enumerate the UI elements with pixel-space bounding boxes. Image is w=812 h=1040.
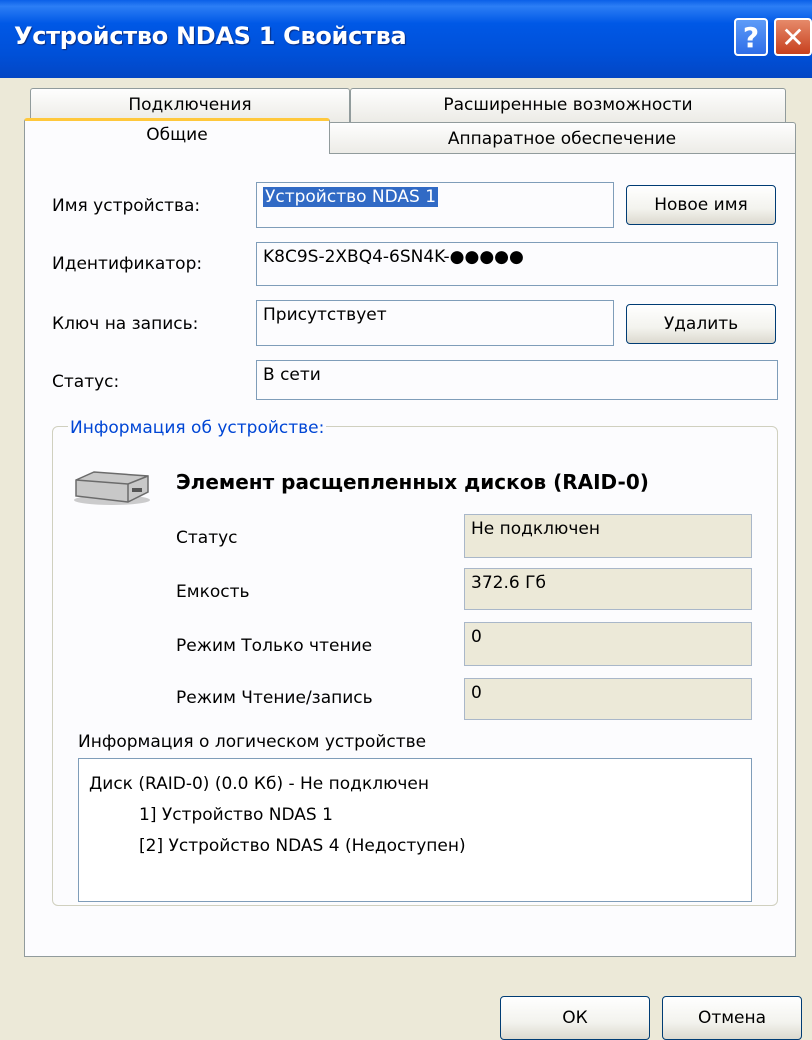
info-status-value: Не подключен xyxy=(464,514,752,558)
readwrite-mode-value: 0 xyxy=(464,678,752,720)
id-field: K8C9S-2XBQ4-6SN4K-●●●●● xyxy=(256,242,778,286)
write-key-label: Ключ на запись: xyxy=(52,314,199,334)
ok-button[interactable]: ОК xyxy=(500,996,650,1040)
title-bar[interactable]: Устройство NDAS 1 Свойства ? ✕ xyxy=(0,0,812,78)
tab-connections[interactable]: Подключения xyxy=(30,88,350,122)
device-name-value: Устройство NDAS 1 xyxy=(263,187,439,207)
status-field: В сети xyxy=(256,360,778,400)
status-label: Статус: xyxy=(52,372,120,392)
rename-button[interactable]: Новое имя xyxy=(626,185,776,225)
list-item[interactable]: 1] Устройство NDAS 1 xyxy=(89,800,751,831)
logical-info-label: Информация о логическом устройстве xyxy=(78,732,427,752)
readonly-mode-value: 0 xyxy=(464,622,752,666)
device-info-group-title: Информация об устройстве: xyxy=(68,418,327,438)
device-type-heading: Элемент расщепленных дисков (RAID-0) xyxy=(176,470,649,494)
device-name-label: Имя устройства: xyxy=(52,196,201,216)
close-button[interactable]: ✕ xyxy=(774,18,812,56)
logical-info-list[interactable]: Диск (RAID-0) (0.0 Кб) - Не подключен 1]… xyxy=(78,758,752,902)
readonly-mode-label: Режим Только чтение xyxy=(176,636,373,656)
readwrite-mode-label: Режим Чтение/запись xyxy=(176,688,373,708)
tab-general[interactable]: Общие xyxy=(24,118,330,154)
capacity-value: 372.6 Гб xyxy=(464,568,752,610)
list-item[interactable]: Диск (RAID-0) (0.0 Кб) - Не подключен xyxy=(89,769,751,800)
write-key-field: Присутствует xyxy=(256,300,614,346)
hard-drive-icon xyxy=(74,471,150,505)
id-label: Идентификатор: xyxy=(52,254,203,274)
tab-advanced[interactable]: Расширенные возможности xyxy=(350,88,786,122)
window-title: Устройство NDAS 1 Свойства xyxy=(14,22,407,50)
cancel-button[interactable]: Отмена xyxy=(662,996,802,1040)
delete-key-button[interactable]: Удалить xyxy=(626,304,776,344)
help-button[interactable]: ? xyxy=(734,18,768,56)
info-status-label: Статус xyxy=(176,528,238,548)
device-name-field[interactable]: Устройство NDAS 1 xyxy=(256,182,614,228)
list-item[interactable]: [2] Устройство NDAS 4 (Недоступен) xyxy=(89,831,751,862)
tab-hardware[interactable]: Аппаратное обеспечение xyxy=(328,122,796,154)
capacity-label: Емкость xyxy=(176,582,250,602)
